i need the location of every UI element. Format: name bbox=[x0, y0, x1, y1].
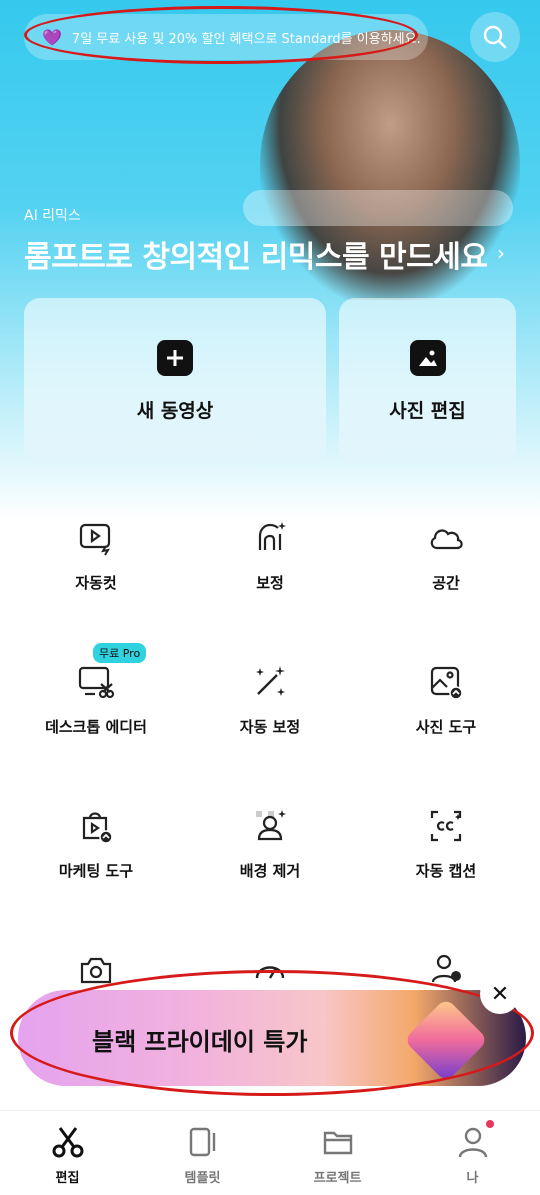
nav-projects[interactable]: 프로젝트 bbox=[270, 1111, 405, 1195]
tool-label: 공간 bbox=[432, 574, 460, 592]
folder-icon bbox=[321, 1125, 355, 1159]
tool-photo-tools[interactable]: 사진 도구 bbox=[356, 662, 536, 737]
bottom-navigation: 편집 템플릿 프로젝트 나 bbox=[0, 1110, 540, 1195]
photo-edit-card[interactable]: 사진 편집 bbox=[339, 298, 516, 464]
tool-retouch[interactable]: 보정 bbox=[180, 518, 360, 593]
tool-remove-background[interactable]: 배경 제거 bbox=[180, 806, 360, 881]
annotation-circle bbox=[24, 6, 418, 64]
nav-edit[interactable]: 편집 bbox=[0, 1111, 135, 1195]
nav-label: 편집 bbox=[55, 1171, 80, 1186]
tool-label: 자동 캡션 bbox=[415, 862, 477, 880]
tool-label: 배경 제거 bbox=[239, 862, 301, 880]
magic-wand-icon bbox=[250, 662, 290, 702]
tool-marketing[interactable]: 마케팅 도구 bbox=[6, 806, 186, 881]
nav-label: 프로젝트 bbox=[313, 1171, 362, 1186]
tool-label: 사진 도구 bbox=[415, 718, 477, 736]
image-icon bbox=[409, 339, 446, 376]
remove-background-icon bbox=[250, 806, 290, 846]
desktop-scissors-icon bbox=[76, 662, 116, 702]
nav-me[interactable]: 나 bbox=[405, 1111, 540, 1195]
nav-templates[interactable]: 템플릿 bbox=[135, 1111, 270, 1195]
caption-icon bbox=[426, 806, 466, 846]
notification-dot bbox=[486, 1120, 494, 1128]
close-icon[interactable]: ✕ bbox=[480, 974, 520, 1014]
tool-label: 자동 보정 bbox=[239, 718, 301, 736]
annotation-circle bbox=[10, 970, 534, 1096]
face-retouch-icon bbox=[250, 518, 290, 558]
cloud-icon bbox=[426, 518, 466, 558]
hero-title[interactable]: 롬프트로 창의적인 리믹스를 만드세요 bbox=[24, 232, 494, 276]
new-video-card[interactable]: 새 동영상 bbox=[24, 298, 326, 464]
hero-prompt-pill[interactable] bbox=[243, 190, 513, 226]
new-video-label: 새 동영상 bbox=[136, 399, 214, 422]
scissors-icon bbox=[51, 1125, 85, 1159]
tool-auto-cut[interactable]: 자동컷 bbox=[6, 518, 186, 593]
tool-label: 보정 bbox=[256, 574, 284, 592]
free-pro-badge: 무료 Pro bbox=[93, 643, 147, 663]
tool-label: 마케팅 도구 bbox=[58, 862, 134, 880]
tool-label: 자동컷 bbox=[75, 574, 117, 592]
nav-label: 나 bbox=[466, 1171, 479, 1186]
tool-desktop-editor[interactable]: 데스크톱 에디터 bbox=[6, 662, 186, 737]
search-icon bbox=[483, 25, 507, 49]
user-icon bbox=[456, 1125, 490, 1159]
tool-space[interactable]: 공간 bbox=[356, 518, 536, 593]
search-button[interactable] bbox=[470, 12, 520, 62]
photo-edit-label: 사진 편집 bbox=[389, 399, 466, 422]
nav-label: 템플릿 bbox=[184, 1171, 221, 1186]
chevron-right-icon[interactable]: › bbox=[497, 241, 505, 265]
photo-tools-icon bbox=[426, 662, 466, 702]
template-icon bbox=[186, 1125, 220, 1159]
tool-label: 데스크톱 에디터 bbox=[45, 718, 147, 736]
tool-auto-retouch[interactable]: 자동 보정 bbox=[180, 662, 360, 737]
shopping-bag-icon bbox=[76, 806, 116, 846]
plus-icon bbox=[157, 339, 193, 376]
hero-label: AI 리믹스 bbox=[24, 208, 81, 224]
tool-auto-caption[interactable]: 자동 캡션 bbox=[356, 806, 536, 881]
auto-cut-icon bbox=[76, 518, 116, 558]
